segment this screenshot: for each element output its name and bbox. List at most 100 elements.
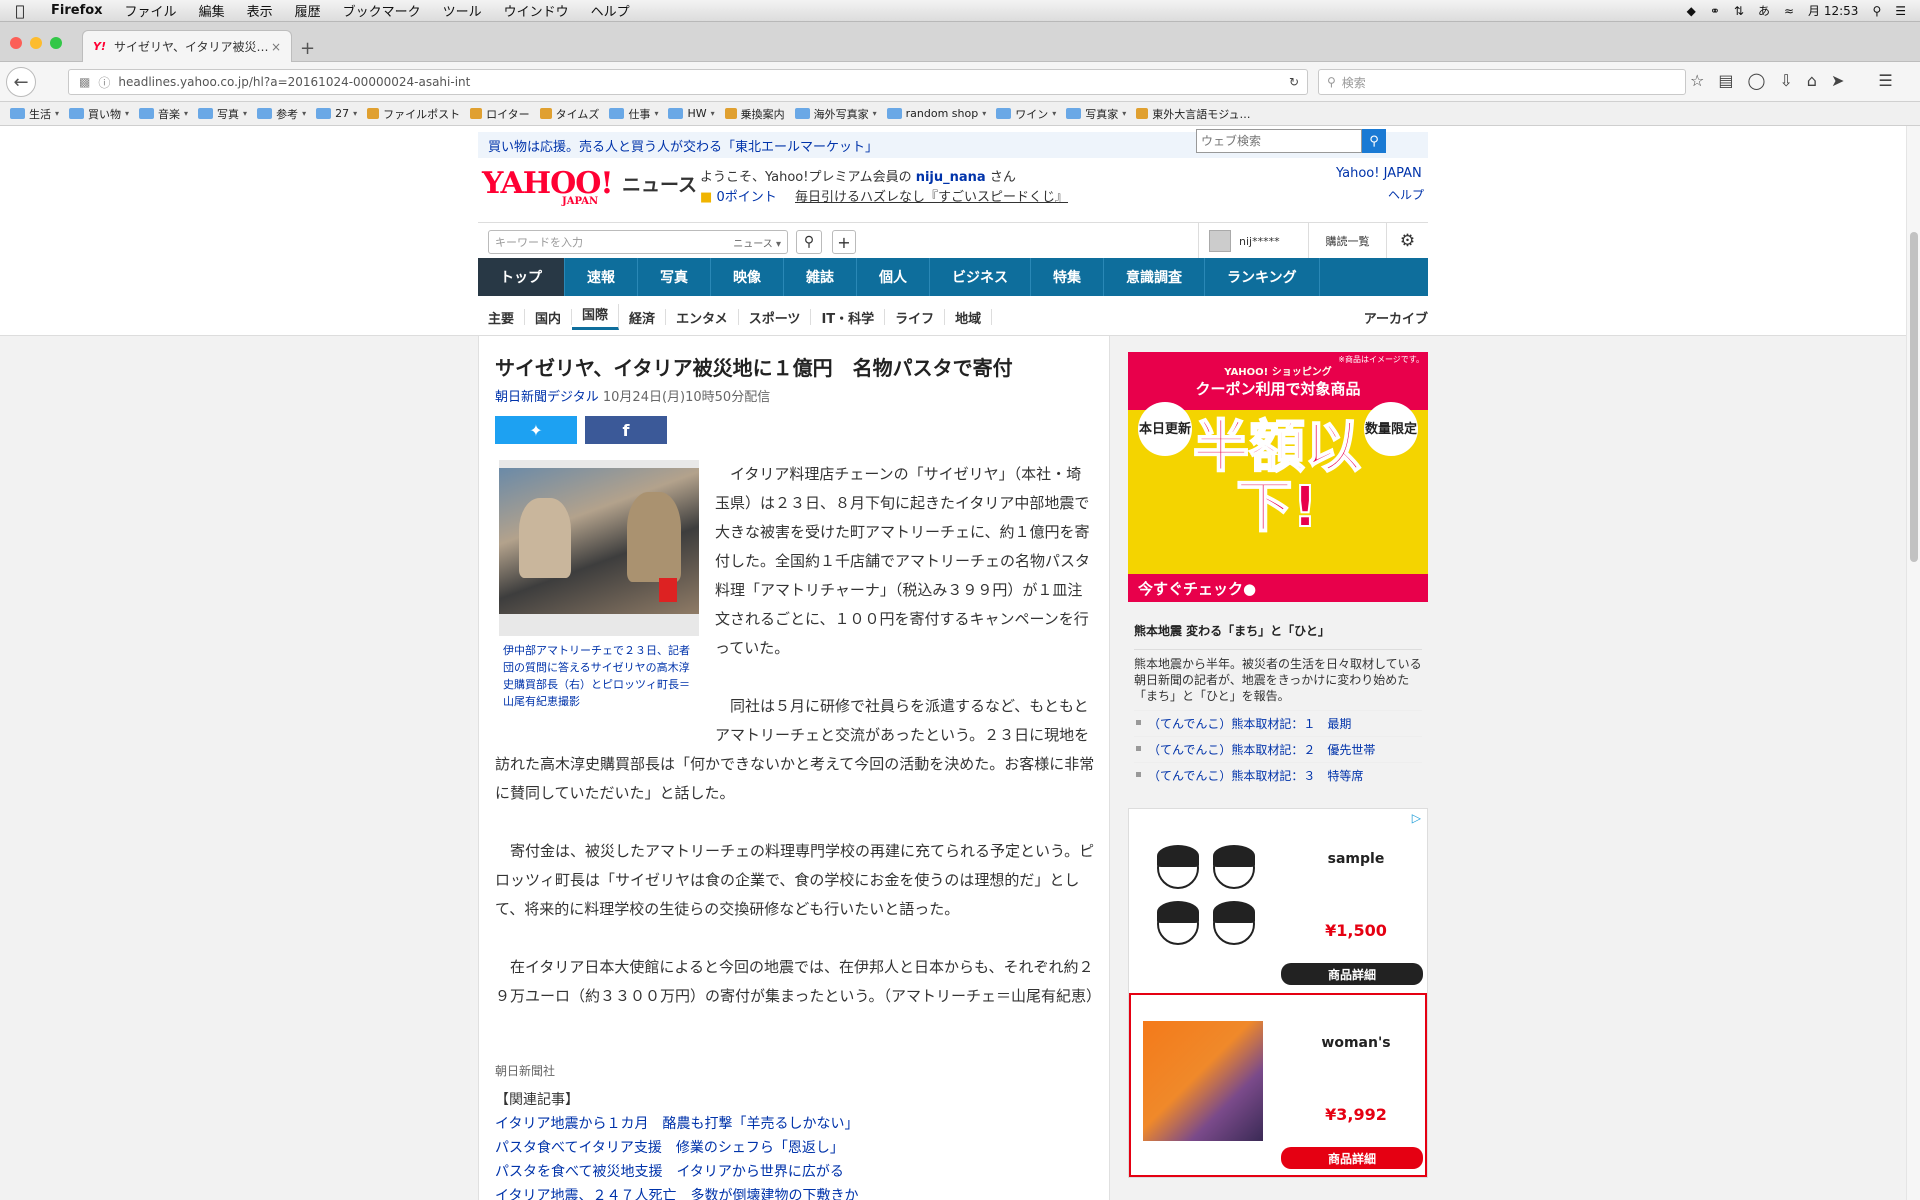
info-icon[interactable]: ⓘ xyxy=(98,74,110,91)
bookmark-item[interactable]: 写真 ▾ xyxy=(198,106,247,122)
web-search-input[interactable] xyxy=(1196,129,1362,153)
page-scrollbar[interactable] xyxy=(1906,126,1920,1200)
bookmark-item[interactable]: 仕事 ▾ xyxy=(609,106,658,122)
bookmark-item[interactable]: HW ▾ xyxy=(668,107,715,120)
category-tab[interactable]: ライフ xyxy=(885,309,946,327)
article-photo[interactable] xyxy=(499,460,699,636)
reload-icon[interactable]: ↻ xyxy=(1289,75,1299,89)
feature-link[interactable]: （てんでんこ）熊本取材記：３ 特等席 xyxy=(1134,762,1422,788)
product-name[interactable]: woman's xyxy=(1291,1035,1421,1051)
back-button[interactable]: ← xyxy=(6,67,36,97)
product-image-illustration[interactable] xyxy=(1139,817,1279,957)
related-article-link[interactable]: イタリア地震、２４７人死亡 多数が倒壊建物の下敷きか xyxy=(495,1184,1095,1200)
input-method-icon[interactable]: あ xyxy=(1758,2,1770,19)
menu-edit[interactable]: 編集 xyxy=(188,1,236,20)
menu-file[interactable]: ファイル xyxy=(114,1,188,20)
product-card[interactable]: sample ¥1,500 商品詳細 xyxy=(1129,809,1427,993)
notification-center-icon[interactable]: ☰ xyxy=(1895,4,1906,18)
main-nav-item[interactable]: 個人 xyxy=(857,258,930,296)
home-icon[interactable]: ⌂ xyxy=(1807,71,1817,90)
menu-bookmarks[interactable]: ブックマーク xyxy=(332,1,432,20)
category-tab[interactable]: 主要 xyxy=(478,309,526,327)
bookmark-star-icon[interactable]: ☆ xyxy=(1690,71,1704,90)
bookmark-item[interactable]: 乗換案内 xyxy=(724,106,785,122)
related-article-link[interactable]: パスタを食べて被災地支援 イタリアから世界に広がる xyxy=(495,1160,1095,1184)
bookmark-item[interactable]: 東外大言語モジュ… xyxy=(1136,106,1251,122)
downloads-icon[interactable]: ⇩ xyxy=(1779,71,1792,90)
pocket-icon[interactable]: ◯ xyxy=(1747,71,1765,90)
user-menu[interactable]: nij***** xyxy=(1198,223,1308,259)
related-article-link[interactable]: イタリア地震から１カ月 酪農も打撃「羊売るしかない」 xyxy=(495,1112,1095,1136)
kuji-promo-link[interactable]: 毎日引けるハズレなし『すごいスピードくじ』 xyxy=(795,186,1068,205)
bookmark-item[interactable]: ロイター xyxy=(470,106,530,122)
category-tab[interactable]: スポーツ xyxy=(739,309,812,327)
new-tab-button[interactable]: + xyxy=(300,38,315,59)
press-photo[interactable] xyxy=(499,468,699,614)
send-icon[interactable]: ➤ xyxy=(1831,71,1844,90)
main-nav-item[interactable]: 速報 xyxy=(565,258,638,296)
keyword-search-button[interactable]: ⚲ xyxy=(796,230,822,254)
apple-icon[interactable]:  xyxy=(0,2,40,20)
category-tab[interactable]: IT・科学 xyxy=(811,309,886,327)
category-tab[interactable]: エンタメ xyxy=(666,309,739,327)
reading-list-icon[interactable]: ▤ xyxy=(1718,71,1733,90)
main-nav-item[interactable]: トップ xyxy=(478,258,565,296)
bookmark-item[interactable]: 参考 ▾ xyxy=(257,106,306,122)
bookmark-item[interactable]: 音楽 ▾ xyxy=(139,106,188,122)
close-window-button[interactable] xyxy=(10,37,22,49)
category-tab[interactable]: 国際 xyxy=(572,304,620,330)
spotlight-icon[interactable]: ⚲ xyxy=(1872,4,1881,18)
hamburger-menu-icon[interactable]: ☰ xyxy=(1878,71,1892,90)
bookmark-item[interactable]: 買い物 ▾ xyxy=(69,106,129,122)
zoom-window-button[interactable] xyxy=(50,37,62,49)
main-nav-item[interactable]: ビジネス xyxy=(930,258,1031,296)
bookmark-item[interactable]: ワイン ▾ xyxy=(996,106,1056,122)
settings-button[interactable]: ⚙ xyxy=(1386,223,1428,259)
twitter-share-button[interactable]: ✦ xyxy=(495,416,577,444)
menu-tools[interactable]: ツール xyxy=(432,1,493,20)
yahoo-japan-link[interactable]: Yahoo! JAPAN xyxy=(1336,166,1422,181)
url-text[interactable]: headlines.yahoo.co.jp/hl?a=20161024-0000… xyxy=(118,75,470,89)
main-nav-item[interactable]: 雑誌 xyxy=(784,258,857,296)
creative-cloud-icon[interactable]: ⚭ xyxy=(1710,4,1720,18)
product-detail-button[interactable]: 商品詳細 xyxy=(1281,1147,1423,1169)
product-detail-button[interactable]: 商品詳細 xyxy=(1281,963,1423,985)
menu-app-name[interactable]: Firefox xyxy=(40,3,114,18)
browser-search-box[interactable]: ⚲ 検索 xyxy=(1318,69,1686,95)
scrollbar-thumb[interactable] xyxy=(1910,232,1918,562)
search-scope-select[interactable]: ニュース ▾ xyxy=(733,235,781,250)
main-nav-item[interactable]: 映像 xyxy=(711,258,784,296)
main-nav-item[interactable]: ランキング xyxy=(1205,258,1320,296)
network-icon[interactable]: ⇅ xyxy=(1734,4,1744,18)
subscriptions-button[interactable]: 購読一覧 xyxy=(1308,223,1386,259)
close-tab-icon[interactable]: × xyxy=(271,40,281,54)
category-tab[interactable]: 国内 xyxy=(525,309,573,327)
url-bar[interactable]: ▩ ⓘ headlines.yahoo.co.jp/hl?a=20161024-… xyxy=(68,69,1308,95)
bookmark-item[interactable]: 海外写真家 ▾ xyxy=(794,106,877,122)
shopping-ad-banner[interactable]: YAHOO! ショッピング クーポン利用で対象商品 ※商品はイメージです。 本日… xyxy=(1128,352,1428,602)
facebook-share-button[interactable]: f xyxy=(585,416,667,444)
bookmark-item[interactable]: random shop ▾ xyxy=(886,107,986,120)
points-link[interactable]: ■ 0ポイント xyxy=(700,186,777,205)
yahoo-japan-logo[interactable]: YAHOO! JAPAN xyxy=(482,166,614,207)
category-tab[interactable]: 経済 xyxy=(619,309,667,327)
bookmark-item[interactable]: 27 ▾ xyxy=(316,107,357,120)
bookmark-item[interactable]: 生活 ▾ xyxy=(10,106,59,122)
feature-title[interactable]: 熊本地震 変わる「まち」と「ひと」 xyxy=(1134,622,1422,650)
browser-tab[interactable]: Y! サイゼリヤ、イタリア被災… × xyxy=(82,30,292,62)
main-nav-item[interactable]: 特集 xyxy=(1031,258,1104,296)
feature-link[interactable]: （てんでんこ）熊本取材記：１ 最期 xyxy=(1134,710,1422,736)
add-button[interactable]: + xyxy=(832,230,856,254)
feature-link[interactable]: （てんでんこ）熊本取材記：２ 優先世帯 xyxy=(1134,736,1422,762)
keyword-search-input[interactable]: キーワードを入力 ニュース ▾ xyxy=(488,230,788,254)
ad-cta[interactable]: 今すぐチェック● xyxy=(1128,574,1428,602)
bookmark-item[interactable]: タイムズ xyxy=(539,106,599,122)
wifi-icon[interactable]: ≈ xyxy=(1784,4,1794,18)
main-nav-item[interactable]: 写真 xyxy=(638,258,711,296)
menu-help[interactable]: ヘルプ xyxy=(580,1,641,20)
bookmark-item[interactable]: 写真家 ▾ xyxy=(1066,106,1126,122)
welcome-username[interactable]: niju_nana xyxy=(916,170,986,185)
dropbox-icon[interactable]: ◆ xyxy=(1687,4,1696,18)
category-tab[interactable]: 地域 xyxy=(945,309,993,327)
help-link[interactable]: ヘルプ xyxy=(1388,186,1424,203)
